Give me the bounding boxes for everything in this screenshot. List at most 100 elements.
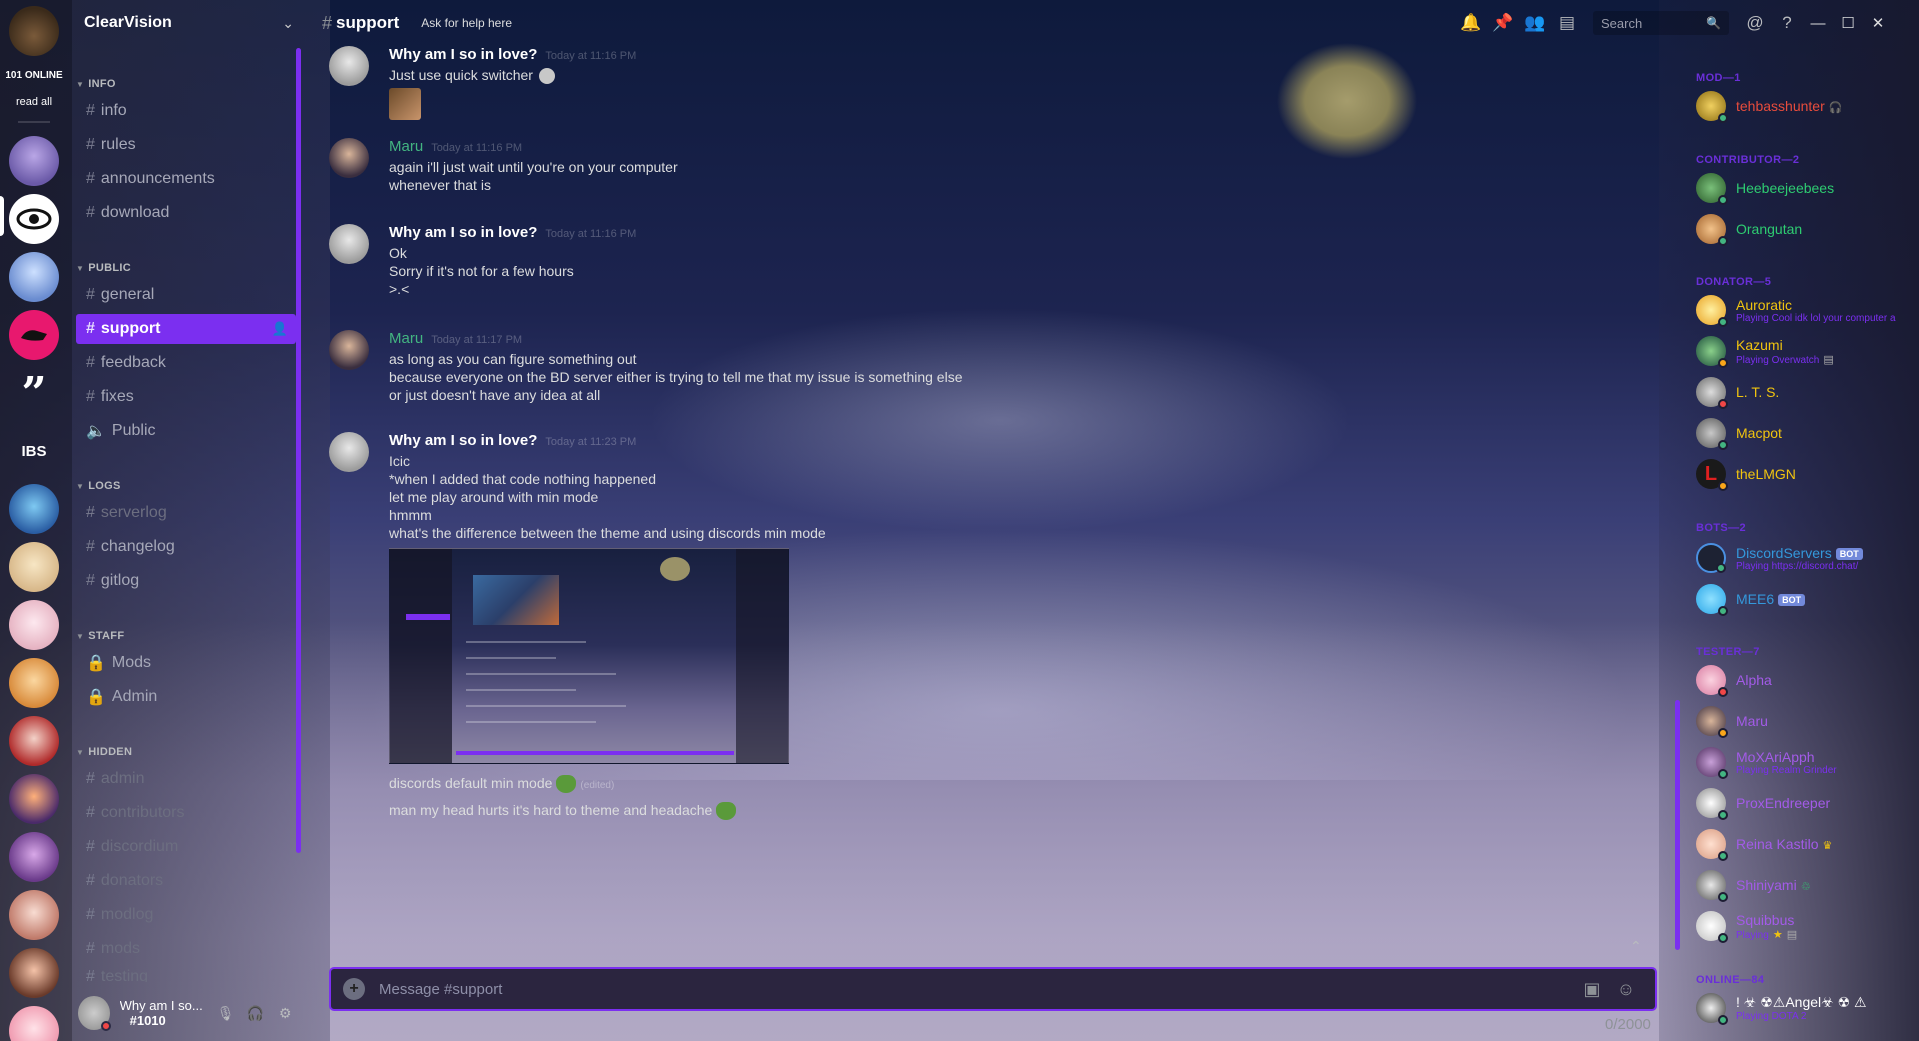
channel-donators[interactable]: # donators bbox=[76, 866, 296, 896]
member-item[interactable]: Auroratic Playing Cool idk lol your compu… bbox=[1696, 292, 1916, 328]
channel-serverlog[interactable]: # serverlog bbox=[76, 498, 296, 528]
category-staff[interactable]: ▼ STAFF bbox=[76, 630, 124, 642]
upload-plus-icon[interactable]: + bbox=[343, 978, 365, 1000]
gif-icon[interactable]: ▣ bbox=[1575, 979, 1609, 1000]
guild-icon[interactable] bbox=[9, 1006, 59, 1041]
channel-discordium[interactable]: # discordium bbox=[76, 832, 296, 862]
member-name: ! ☣ ☢⚠Angel☣ ☢ ⚠ bbox=[1736, 994, 1867, 1010]
message-author[interactable]: Maru bbox=[389, 330, 423, 347]
chevron-up-icon[interactable]: ⌃ bbox=[1630, 938, 1642, 955]
emoji-picker-icon[interactable]: ☺ bbox=[1609, 979, 1643, 1000]
member-item[interactable]: Alpha bbox=[1696, 662, 1916, 698]
avatar[interactable] bbox=[329, 432, 369, 472]
guild-icon[interactable] bbox=[9, 542, 59, 592]
member-item[interactable]: L theLMGN bbox=[1696, 456, 1916, 492]
guild-icon[interactable] bbox=[9, 484, 59, 534]
message-input[interactable] bbox=[379, 980, 1575, 998]
member-item[interactable]: L. T. S. bbox=[1696, 374, 1916, 410]
channel-modlog[interactable]: # modlog bbox=[76, 900, 296, 930]
pin-icon[interactable]: 📌 bbox=[1487, 13, 1519, 33]
screenshot-attachment[interactable] bbox=[389, 548, 789, 764]
member-item[interactable]: Reina Kastilo ♛ bbox=[1696, 826, 1916, 862]
mention-icon[interactable]: @ bbox=[1739, 13, 1771, 33]
channel-fixes[interactable]: # fixes bbox=[76, 382, 296, 412]
member-item[interactable]: Maru bbox=[1696, 703, 1916, 739]
guild-icon[interactable] bbox=[9, 832, 59, 882]
channel-announcements[interactable]: # announcements bbox=[76, 164, 296, 194]
category-public[interactable]: ▼ PUBLIC bbox=[76, 262, 131, 274]
settings-gear-icon[interactable]: ⚙ bbox=[270, 1005, 300, 1022]
channel-general[interactable]: # general bbox=[76, 280, 296, 310]
members-icon[interactable]: 👥 bbox=[1519, 13, 1551, 33]
avatar[interactable] bbox=[329, 224, 369, 264]
maximize-icon[interactable]: ☐ bbox=[1833, 14, 1863, 32]
member-item[interactable]: DiscordServers BOT Playing https://discord… bbox=[1696, 540, 1916, 576]
member-item[interactable]: ! ☣ ☢⚠Angel☣ ☢ ⚠ Playing DOTA 2 bbox=[1696, 990, 1916, 1026]
member-item[interactable]: MoXAriApph Playing Realm Grinder bbox=[1696, 744, 1916, 780]
member-item[interactable]: Macpot bbox=[1696, 415, 1916, 451]
headphones-icon[interactable]: 🎧 bbox=[240, 1005, 270, 1022]
guild-icon[interactable] bbox=[9, 716, 59, 766]
member-item[interactable]: Squibbus Playing ★ ▤ bbox=[1696, 908, 1916, 944]
avatar[interactable] bbox=[329, 46, 369, 86]
category-logs[interactable]: ▼ LOGS bbox=[76, 480, 121, 492]
home-avatar[interactable] bbox=[9, 6, 59, 56]
message-author[interactable]: Maru bbox=[389, 138, 423, 155]
member-item[interactable]: tehbasshunter 🎧 bbox=[1696, 88, 1916, 124]
guild-icon[interactable] bbox=[9, 310, 59, 360]
channel-testing[interactable]: # testing bbox=[76, 968, 296, 982]
guild-icon[interactable] bbox=[9, 136, 59, 186]
status-dnd-indicator bbox=[1718, 687, 1728, 697]
channel-mods[interactable]: 🔒 Mods bbox=[76, 648, 296, 678]
channel-rules[interactable]: # rules bbox=[76, 130, 296, 160]
close-icon[interactable]: ✕ bbox=[1863, 14, 1893, 32]
minimize-icon[interactable]: — bbox=[1803, 15, 1833, 32]
channel-hidden-admin[interactable]: # admin bbox=[76, 764, 296, 794]
user-avatar[interactable] bbox=[78, 996, 111, 1031]
ibs-guild[interactable]: IBS bbox=[9, 426, 59, 476]
channel-changelog[interactable]: # changelog bbox=[76, 532, 296, 562]
avatar[interactable] bbox=[329, 138, 369, 178]
message-author[interactable]: Why am I so in love? bbox=[389, 224, 537, 241]
chat-scrollbar[interactable] bbox=[1675, 700, 1680, 950]
channel-support[interactable]: # support 👤 bbox=[76, 314, 296, 344]
member-item[interactable]: MEE6 BOT bbox=[1696, 581, 1916, 617]
message-author[interactable]: Why am I so in love? bbox=[389, 46, 537, 63]
guild-icon[interactable] bbox=[9, 948, 59, 998]
clearvision-guild-eye-icon[interactable] bbox=[9, 194, 59, 244]
avatar[interactable] bbox=[329, 330, 369, 370]
channel-gitlog[interactable]: # gitlog bbox=[76, 566, 296, 596]
channel-download[interactable]: # download bbox=[76, 198, 296, 228]
voice-channel-public[interactable]: 🔈 Public bbox=[76, 416, 296, 446]
guild-icon[interactable] bbox=[9, 252, 59, 302]
microphone-icon[interactable]: 🎙 bbox=[211, 1005, 241, 1022]
bell-icon[interactable]: 🔔 bbox=[1455, 13, 1487, 33]
quotes-guild-icon[interactable]: ” bbox=[9, 368, 59, 419]
read-all-button[interactable]: read all bbox=[0, 96, 68, 108]
channel-info[interactable]: # info bbox=[76, 96, 296, 126]
image-attachment[interactable] bbox=[389, 88, 421, 121]
member-item[interactable]: Orangutan bbox=[1696, 211, 1916, 247]
member-item[interactable]: Heebeejeebees bbox=[1696, 170, 1916, 206]
guild-icon[interactable] bbox=[9, 774, 59, 824]
member-item[interactable]: ProxEndreeper bbox=[1696, 785, 1916, 821]
member-item[interactable]: Kazumi Playing Overwatch ▤ bbox=[1696, 333, 1916, 369]
channel-hidden-mods[interactable]: # mods bbox=[76, 934, 296, 964]
recycle-icon: ♲ bbox=[1800, 881, 1811, 893]
guild-icon[interactable] bbox=[9, 600, 59, 650]
category-info[interactable]: ▼ INFO bbox=[76, 78, 116, 90]
category-hidden[interactable]: ▼ HIDDEN bbox=[76, 746, 132, 758]
member-item[interactable]: Shiniyami ♲ bbox=[1696, 867, 1916, 903]
help-icon[interactable]: ? bbox=[1771, 13, 1803, 33]
invite-icon[interactable]: 👤 bbox=[272, 321, 288, 337]
channel-admin[interactable]: 🔒 Admin bbox=[76, 682, 296, 712]
message-author[interactable]: Why am I so in love? bbox=[389, 432, 537, 449]
channel-feedback[interactable]: # feedback bbox=[76, 348, 296, 378]
message-line: again i'll just wait until you're on you… bbox=[389, 159, 678, 175]
notes-icon[interactable]: ▤ bbox=[1551, 13, 1583, 33]
channel-contributors[interactable]: # contributors bbox=[76, 798, 296, 828]
guild-icon[interactable] bbox=[9, 658, 59, 708]
guild-icon[interactable] bbox=[9, 890, 59, 940]
search-input[interactable]: Search 🔍 bbox=[1593, 11, 1729, 35]
server-header[interactable]: ClearVision ⌄ bbox=[84, 12, 294, 34]
